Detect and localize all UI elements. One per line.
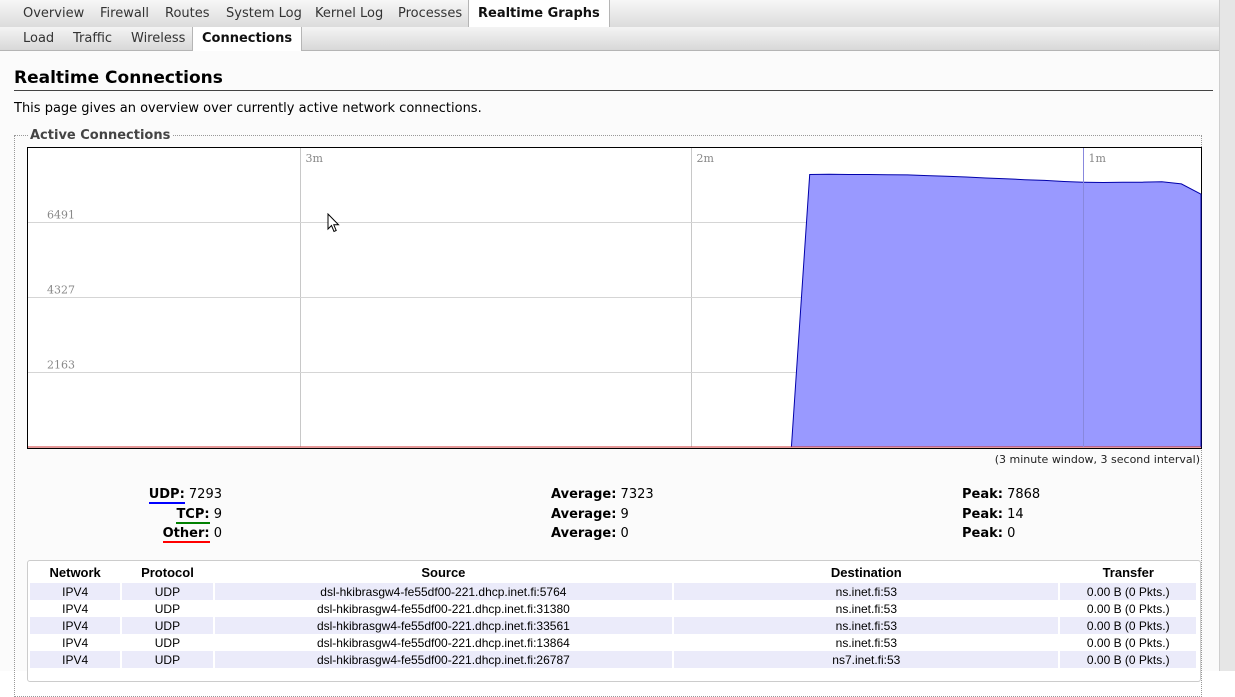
- cell-protocol: UDP: [122, 634, 213, 651]
- cell-source: dsl-hkibrasgw4-fe55df00-221.dhcp.inet.fi…: [214, 583, 673, 600]
- tcp-peak-label: Peak:: [962, 507, 1003, 522]
- tcp-average: Average: 9: [551, 507, 629, 522]
- header-protocol: Protocol: [141, 564, 194, 580]
- udp-peak: Peak: 7868: [962, 487, 1040, 502]
- cell-protocol: UDP: [122, 600, 213, 617]
- table-row: IPV4 UDP dsl-hkibrasgw4-fe55df00-221.dhcp.…: [30, 651, 1196, 668]
- cell-transfer: 0.00 B (0 Pkts.): [1060, 600, 1196, 617]
- other-average-value: 0: [620, 526, 629, 541]
- cell-protocol: UDP: [122, 617, 213, 634]
- other-peak-label: Peak:: [962, 526, 1003, 541]
- header-source: Source: [421, 564, 466, 580]
- cell-destination: ns7.inet.fi:53: [674, 651, 1059, 668]
- udp-average-label: Average:: [551, 487, 617, 502]
- cell-transfer: 0.00 B (0 Pkts.): [1060, 617, 1196, 634]
- cell-network: IPV4: [30, 583, 121, 600]
- content-area: Realtime Connections This page gives an …: [0, 51, 1219, 697]
- tab-kernel-log[interactable]: Kernel Log: [306, 0, 392, 27]
- cell-source: dsl-hkibrasgw4-fe55df00-221.dhcp.inet.fi…: [214, 651, 673, 668]
- table-row: IPV4 UDP dsl-hkibrasgw4-fe55df00-221.dhcp.…: [30, 600, 1196, 617]
- subtab-traffic[interactable]: Traffic: [64, 27, 121, 50]
- cell-protocol: UDP: [122, 583, 213, 600]
- y-tick-label: 2163: [47, 359, 75, 372]
- tcp-average-value: 9: [620, 507, 629, 522]
- connections-table: Network Protocol Source Destination Tran…: [28, 561, 1198, 668]
- tcp-average-label: Average:: [551, 507, 617, 522]
- header-destination: Destination: [830, 564, 902, 580]
- udp-area-series: [790, 173, 1202, 448]
- other-peak-value: 0: [1007, 526, 1016, 541]
- connections-table-container: Network Protocol Source Destination Tran…: [27, 560, 1201, 682]
- table-header-row: Network Protocol Source Destination Tran…: [30, 561, 1196, 583]
- other-average-label: Average:: [551, 526, 617, 541]
- cell-network: IPV4: [30, 634, 121, 651]
- connections-graph: 3m 2m 1m 6491 4327 2163: [27, 147, 1202, 449]
- cell-source: dsl-hkibrasgw4-fe55df00-221.dhcp.inet.fi…: [214, 617, 673, 634]
- cell-transfer: 0.00 B (0 Pkts.): [1060, 651, 1196, 668]
- tab-processes[interactable]: Processes: [389, 0, 471, 27]
- subtab-connections[interactable]: Connections: [192, 27, 303, 51]
- cell-transfer: 0.00 B (0 Pkts.): [1060, 583, 1196, 600]
- tcp-current: TCP: 9: [176, 507, 222, 524]
- fieldset-legend: Active Connections: [28, 128, 173, 143]
- cell-source: dsl-hkibrasgw4-fe55df00-221.dhcp.inet.fi…: [214, 634, 673, 651]
- other-peak: Peak: 0: [962, 526, 1015, 541]
- other-label: Other:: [162, 526, 210, 543]
- cell-destination: ns.inet.fi:53: [674, 600, 1059, 617]
- other-average: Average: 0: [551, 526, 629, 541]
- udp-average-value: 7323: [620, 487, 654, 502]
- page-title: Realtime Connections: [14, 68, 1213, 91]
- table-row: IPV4 UDP dsl-hkibrasgw4-fe55df00-221.dhcp.…: [30, 617, 1196, 634]
- tcp-value: 9: [213, 507, 222, 522]
- main-tab-bar: Overview Firewall Routes System Log Kern…: [0, 0, 1219, 28]
- subtab-load[interactable]: Load: [14, 27, 63, 50]
- cell-transfer: 0.00 B (0 Pkts.): [1060, 634, 1196, 651]
- tab-firewall[interactable]: Firewall: [91, 0, 158, 27]
- udp-current: UDP: 7293: [148, 487, 222, 504]
- y-tick-label: 6491: [47, 209, 75, 222]
- y-tick-label: 4327: [47, 284, 75, 297]
- cell-network: IPV4: [30, 617, 121, 634]
- x-tick-label: 3m: [306, 152, 324, 165]
- cell-destination: ns.inet.fi:53: [674, 634, 1059, 651]
- header-network: Network: [49, 564, 101, 580]
- other-value: 0: [213, 526, 222, 541]
- udp-peak-value: 7868: [1007, 487, 1041, 502]
- tab-overview[interactable]: Overview: [14, 0, 93, 27]
- cell-source: dsl-hkibrasgw4-fe55df00-221.dhcp.inet.fi…: [214, 600, 673, 617]
- tcp-label: TCP:: [176, 507, 210, 524]
- cell-network: IPV4: [30, 600, 121, 617]
- subtab-wireless[interactable]: Wireless: [122, 27, 194, 50]
- tcp-peak-value: 14: [1007, 507, 1024, 522]
- cell-protocol: UDP: [122, 651, 213, 668]
- interval-note: (3 minute window, 3 second interval): [994, 453, 1200, 466]
- sub-tab-bar: Load Traffic Wireless Connections: [0, 27, 1219, 51]
- udp-value: 7293: [188, 487, 222, 502]
- x-tick-label: 1m: [1089, 152, 1107, 165]
- cell-network: IPV4: [30, 651, 121, 668]
- tab-system-log[interactable]: System Log: [217, 0, 311, 27]
- vertical-scrollbar[interactable]: [1219, 0, 1235, 671]
- udp-label: UDP:: [148, 487, 185, 504]
- udp-peak-label: Peak:: [962, 487, 1003, 502]
- cell-destination: ns.inet.fi:53: [674, 617, 1059, 634]
- tab-routes[interactable]: Routes: [156, 0, 219, 27]
- tab-realtime-graphs[interactable]: Realtime Graphs: [468, 0, 610, 28]
- x-tick-label: 2m: [697, 152, 715, 165]
- header-transfer: Transfer: [1102, 564, 1154, 580]
- other-current: Other: 0: [162, 526, 222, 543]
- cell-destination: ns.inet.fi:53: [674, 583, 1059, 600]
- table-row: IPV4 UDP dsl-hkibrasgw4-fe55df00-221.dhcp.…: [30, 634, 1196, 651]
- udp-average: Average: 7323: [551, 487, 654, 502]
- mouse-cursor-icon: [327, 213, 340, 233]
- table-row: IPV4 UDP dsl-hkibrasgw4-fe55df00-221.dhcp.…: [30, 583, 1196, 600]
- page-description: This page gives an overview over current…: [14, 101, 482, 116]
- tcp-peak: Peak: 14: [962, 507, 1024, 522]
